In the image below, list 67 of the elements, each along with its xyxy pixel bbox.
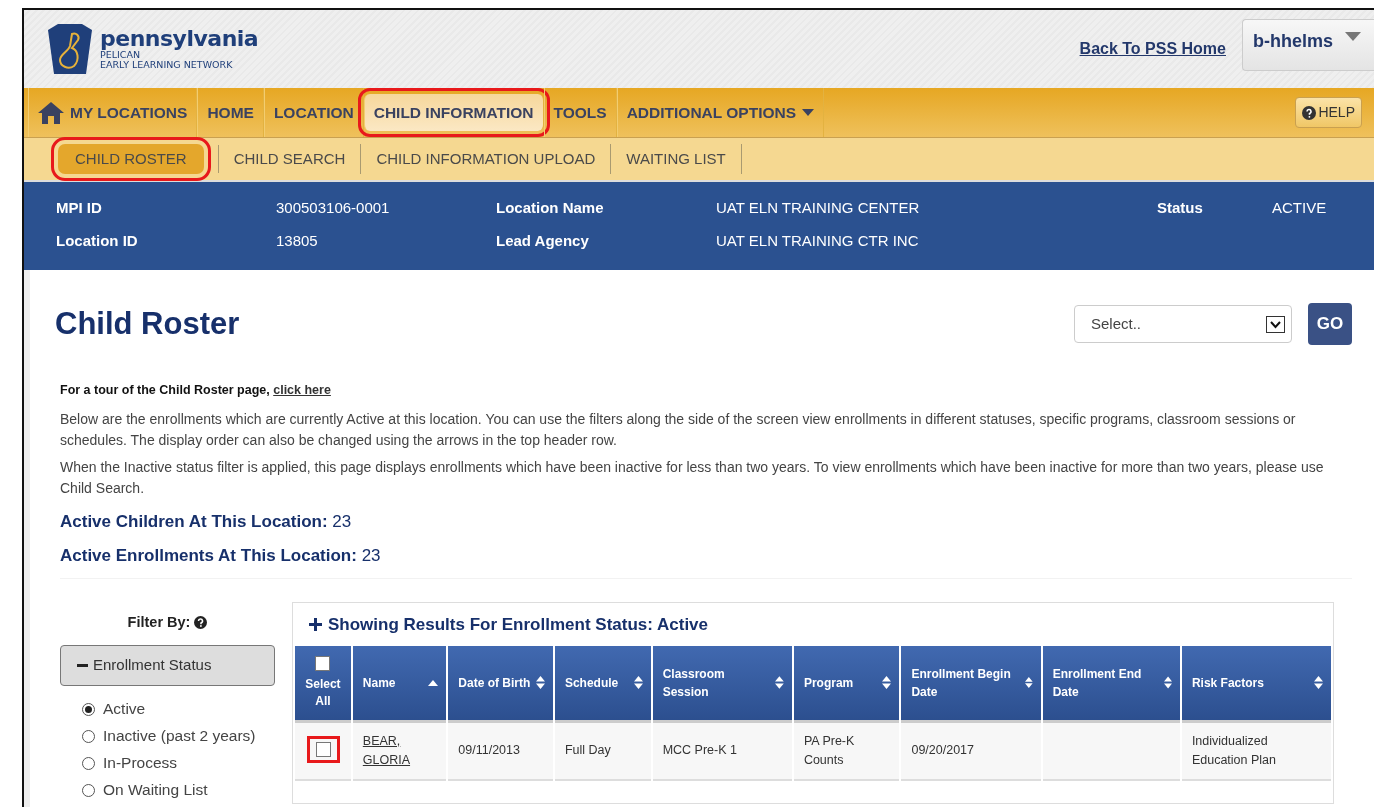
nav-tab[interactable]: MY LOCATIONS — [28, 88, 198, 137]
enrollment-status-toggle[interactable]: Enrollment Status — [60, 644, 275, 686]
nav-tab[interactable]: ADDITIONAL OPTIONS — [616, 88, 825, 137]
logo-title: pennsylvania — [100, 28, 259, 51]
table-cell: PA Pre-K Counts — [803, 734, 855, 767]
count-text: Active Enrollments At This Location: 23 — [60, 545, 382, 568]
info-label: MPI ID — [56, 198, 103, 219]
caret-icon — [1345, 32, 1361, 42]
column-header[interactable]: Date of Birth — [448, 645, 553, 723]
column-header[interactable]: Risk Factors — [1181, 645, 1331, 723]
logo-subtitle: EARLY LEARNING NETWORK — [100, 60, 234, 70]
help-icon — [1302, 105, 1317, 120]
filter-title: Filter By: — [127, 612, 191, 632]
keystone-logo-icon — [48, 24, 92, 74]
table-cell: MCC Pre-K 1 — [662, 743, 737, 758]
page-title: Child Roster — [55, 305, 240, 343]
info-label: Lead Agency — [496, 231, 590, 252]
radio-label: Inactive (past 2 years) — [103, 726, 256, 747]
column-header[interactable]: Program — [793, 645, 900, 723]
info-value: UAT ELN TRAINING CENTER — [716, 198, 921, 219]
subnav-tab[interactable]: CHILD SEARCH — [218, 143, 362, 175]
select-all-checkbox[interactable] — [315, 655, 331, 671]
back-link[interactable]: Back To PSS Home — [1079, 37, 1226, 61]
help-icon — [194, 616, 208, 630]
table-cell: 09/11/2013 — [458, 743, 520, 758]
column-header[interactable]: Enrollment Begin Date — [901, 645, 1041, 723]
radio-label: In-Process — [103, 753, 178, 774]
column-header[interactable]: Name — [352, 645, 447, 723]
table-cell: Individualized Education Plan — [1191, 734, 1276, 767]
info-label: Location ID — [56, 231, 139, 252]
help-button[interactable]: HELP — [1295, 97, 1362, 128]
info-value: UAT ELN TRAINING CTR INC — [716, 231, 920, 252]
radio-button[interactable] — [82, 783, 95, 797]
tour-link[interactable]: click here — [273, 383, 331, 397]
go-button[interactable]: GO — [1308, 303, 1352, 345]
info-value: 300503106-0001 — [276, 198, 391, 219]
subnav-tab[interactable]: CHILD INFORMATION UPLOAD — [361, 143, 612, 175]
info-label: Location Name — [496, 198, 605, 219]
plus-icon — [309, 617, 322, 631]
column-header[interactable]: Classroom Session — [652, 645, 792, 723]
info-value: 13805 — [276, 231, 319, 252]
description-text: Below are the enrollments which are currently Active at this location. You can use the filters along the side of the screen view enrollments in different statuses, specific programs, classroom sessions or schedules. The display order can also be changed using the arrows in the top header row. — [60, 409, 1297, 450]
description-text: When the Inactive status filter is applied, this page displays enrollments which have been inactive for less than two years. To view enrollments which have been inactive for more than two years, please use Child Search. — [60, 457, 1325, 498]
radio-label: Active — [103, 699, 146, 720]
tour-text: For a tour of the Child Roster page, click here — [60, 382, 332, 399]
column-header[interactable]: Schedule — [554, 645, 651, 723]
row-checkbox[interactable] — [310, 738, 338, 760]
column-header[interactable]: Enrollment End Date — [1042, 645, 1180, 723]
count-text: Active Children At This Location: 23 — [60, 510, 353, 533]
table-cell: Full Day — [564, 743, 611, 758]
logo-subtitle: PELICAN — [100, 50, 141, 60]
nav-tab[interactable]: HOME — [197, 88, 264, 137]
column-header[interactable]: Select All — [295, 645, 351, 723]
home-icon — [38, 101, 64, 124]
user-menu-button[interactable]: b-hhelms — [1242, 19, 1374, 71]
table-cell: 09/20/2017 — [911, 743, 974, 758]
info-value: ACTIVE — [1272, 198, 1328, 219]
radio-button[interactable] — [82, 729, 95, 743]
subnav-tab[interactable]: WAITING LIST — [611, 143, 742, 175]
radio-button[interactable] — [82, 702, 95, 716]
caret-icon — [802, 109, 815, 116]
results-title: Showing Results For Enrollment Status: Active — [328, 613, 709, 636]
info-label: Status — [1157, 198, 1204, 219]
radio-button[interactable] — [82, 756, 95, 770]
radio-label: On Waiting List — [103, 780, 208, 801]
nav-tab[interactable]: TOOLS — [543, 88, 617, 137]
action-select[interactable]: Select.. — [1074, 305, 1292, 343]
